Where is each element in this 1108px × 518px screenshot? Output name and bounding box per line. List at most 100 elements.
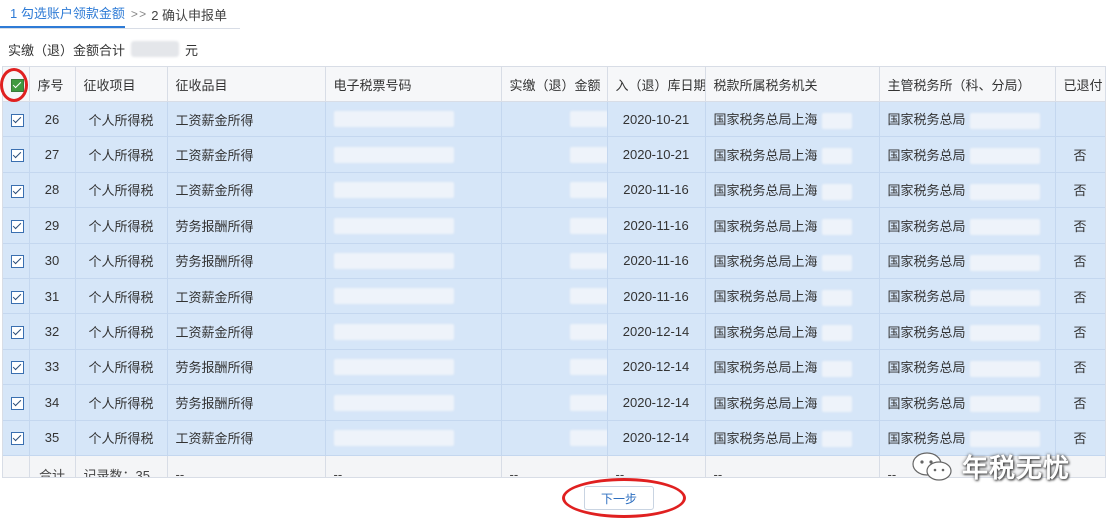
row-checkbox[interactable]	[11, 290, 24, 304]
row-checkbox[interactable]	[11, 432, 24, 446]
table-row[interactable]: 34 个人所得税 劳务报酬所得 2020-12-14 国家税务总局上海 国家税务总局 否	[3, 384, 1105, 421]
cell-refunded: 否	[1055, 313, 1105, 350]
redacted-amount	[569, 111, 606, 128]
row-checkbox[interactable]	[11, 255, 24, 269]
cell-ticket-no	[325, 172, 502, 209]
table-row[interactable]: 31 个人所得税 工资薪金所得 2020-11-16 国家税务总局上海 国家税务总局 否	[3, 278, 1105, 315]
redacted-sub-office	[969, 431, 1040, 448]
redacted-ticket-no	[333, 429, 454, 446]
row-select-cell[interactable]	[3, 420, 30, 456]
redacted-office	[821, 289, 852, 306]
cell-project: 个人所得税	[75, 172, 168, 209]
cell-ticket-no	[325, 278, 502, 315]
cell-amount	[501, 313, 608, 350]
row-checkbox[interactable]	[11, 396, 24, 410]
redacted-sub-office	[969, 219, 1040, 236]
cell-sub-office: 国家税务总局	[879, 207, 1056, 244]
cell-seq: 26	[29, 101, 76, 138]
row-checkbox[interactable]	[11, 184, 24, 198]
tax-payment-table[interactable]: 序号 征收项目 征收品目 电子税票号码 实缴（退）金额 入（退）库日期 税款所属…	[2, 66, 1106, 478]
tax-office-text: 国家税务总局上海	[713, 147, 818, 163]
table-row[interactable]: 26 个人所得税 工资薪金所得 2020-10-21 国家税务总局上海 国家税务总局	[3, 101, 1105, 138]
redacted-amount	[569, 288, 606, 305]
cell-tax-office: 国家税务总局上海	[705, 420, 880, 456]
step-1-tab[interactable]: 1 勾选账户领款金额	[0, 0, 125, 28]
tax-office-text: 国家税务总局上海	[713, 218, 818, 234]
redacted-amount	[569, 394, 606, 411]
cell-item: 劳务报酬所得	[167, 243, 326, 279]
row-select-cell[interactable]	[3, 313, 30, 350]
cell-seq: 32	[29, 313, 76, 350]
row-select-cell[interactable]	[3, 136, 30, 173]
row-select-cell[interactable]	[3, 384, 30, 421]
cell-amount	[501, 101, 608, 138]
cell-refunded: 否	[1055, 243, 1105, 279]
cell-ticket-no	[325, 420, 502, 456]
table-row[interactable]: 29 个人所得税 劳务报酬所得 2020-11-16 国家税务总局上海 国家税务总局 否	[3, 207, 1105, 244]
cell-project: 个人所得税	[75, 349, 168, 386]
row-checkbox[interactable]	[11, 326, 24, 340]
cell-amount	[501, 384, 608, 421]
table-row[interactable]: 28 个人所得税 工资薪金所得 2020-11-16 国家税务总局上海 国家税务总局 否	[3, 172, 1105, 209]
tax-office-text: 国家税务总局上海	[713, 183, 818, 199]
row-select-cell[interactable]	[3, 207, 30, 244]
row-select-cell[interactable]	[3, 349, 30, 386]
cell-tax-office: 国家税务总局上海	[705, 101, 880, 138]
table-row[interactable]: 27 个人所得税 工资薪金所得 2020-10-21 国家税务总局上海 国家税务总局 否	[3, 136, 1105, 173]
table-row[interactable]: 30 个人所得税 劳务报酬所得 2020-11-16 国家税务总局上海 国家税务总局 否	[3, 243, 1105, 279]
row-select-cell[interactable]	[3, 243, 30, 279]
cell-project: 个人所得税	[75, 278, 168, 315]
cell-sub-office: 国家税务总局	[879, 101, 1056, 138]
cell-tax-office: 国家税务总局上海	[705, 278, 880, 315]
row-checkbox[interactable]	[11, 113, 24, 127]
cell-refunded: 否	[1055, 207, 1105, 244]
step-navigation: 1 勾选账户领款金额 > > 2 确认申报单	[0, 0, 240, 29]
table-header-row: 序号 征收项目 征收品目 电子税票号码 实缴（退）金额 入（退）库日期 税款所属…	[3, 67, 1105, 102]
cell-seq: 30	[29, 243, 76, 279]
cell-ticket-no	[325, 349, 502, 386]
redacted-amount	[569, 323, 606, 340]
redacted-office	[821, 431, 852, 448]
watermark-text: 年税无忧	[962, 454, 1071, 484]
tax-office-text: 国家税务总局上海	[713, 289, 818, 305]
step-2-tab[interactable]: 2 确认申报单	[151, 5, 227, 24]
row-checkbox[interactable]	[11, 361, 24, 375]
cell-date: 2020-11-16	[607, 278, 706, 315]
cell-refunded: 否	[1055, 136, 1105, 173]
redacted-office	[821, 254, 852, 271]
header-project: 征收项目	[75, 67, 168, 102]
redacted-ticket-no	[333, 146, 454, 163]
cell-refunded: 否	[1055, 384, 1105, 421]
redacted-sub-office	[969, 183, 1040, 200]
cell-project: 个人所得税	[75, 313, 168, 350]
redacted-office	[821, 325, 852, 342]
amount-summary: 实缴（退）金额合计 元	[8, 38, 198, 60]
cell-sub-office: 国家税务总局	[879, 172, 1056, 209]
cell-refunded	[1055, 101, 1105, 138]
amount-unit: 元	[185, 42, 199, 58]
cell-refunded: 否	[1055, 172, 1105, 209]
cell-ticket-no	[325, 243, 502, 279]
cell-tax-office: 国家税务总局上海	[705, 349, 880, 386]
table-row[interactable]: 33 个人所得税 劳务报酬所得 2020-12-14 国家税务总局上海 国家税务总局 否	[3, 349, 1105, 386]
row-select-cell[interactable]	[3, 101, 30, 138]
sub-office-text: 国家税务总局	[887, 430, 966, 446]
cell-date: 2020-11-16	[607, 172, 706, 209]
cell-amount	[501, 420, 608, 456]
row-select-cell[interactable]	[3, 278, 30, 315]
row-select-cell[interactable]	[3, 172, 30, 209]
sub-office-text: 国家税务总局	[887, 218, 966, 234]
header-seq: 序号	[29, 67, 76, 102]
cell-item: 工资薪金所得	[167, 101, 326, 138]
row-checkbox[interactable]	[11, 149, 24, 163]
cell-seq: 28	[29, 172, 76, 209]
tax-office-text: 国家税务总局上海	[713, 253, 818, 269]
table-row[interactable]: 32 个人所得税 工资薪金所得 2020-12-14 国家税务总局上海 国家税务总局 否	[3, 313, 1105, 350]
cell-seq: 27	[29, 136, 76, 173]
redacted-office	[821, 112, 852, 129]
redacted-ticket-no	[333, 359, 454, 376]
cell-tax-office: 国家税务总局上海	[705, 243, 880, 279]
cell-ticket-no	[325, 313, 502, 350]
row-checkbox[interactable]	[11, 219, 24, 233]
redacted-sub-office	[969, 289, 1040, 306]
